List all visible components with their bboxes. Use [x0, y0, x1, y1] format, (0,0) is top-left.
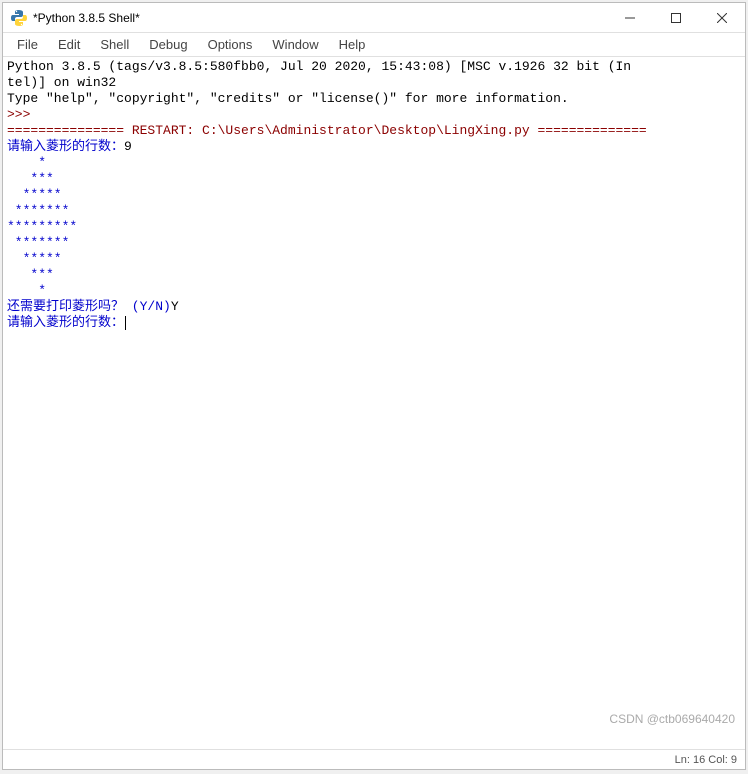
close-button[interactable] [699, 3, 745, 32]
menu-debug[interactable]: Debug [139, 35, 197, 54]
input-prompt-rows: 请输入菱形的行数： [7, 139, 124, 154]
menu-file[interactable]: File [7, 35, 48, 54]
python-version-line1: Python 3.8.5 (tags/v3.8.5:580fbb0, Jul 2… [7, 59, 631, 74]
diamond-row-3: ***** [7, 187, 62, 202]
menubar: File Edit Shell Debug Options Window Hel… [3, 33, 745, 57]
shell-content[interactable]: Python 3.8.5 (tags/v3.8.5:580fbb0, Jul 2… [3, 57, 745, 749]
minimize-button[interactable] [607, 3, 653, 32]
maximize-button[interactable] [653, 3, 699, 32]
diamond-row-8: *** [7, 267, 54, 282]
diamond-row-7: ***** [7, 251, 62, 266]
help-text: Type "help", "copyright", "credits" or "… [7, 91, 569, 106]
input-prompt-rows-2: 请输入菱形的行数： [7, 315, 124, 330]
diamond-row-2: *** [7, 171, 54, 186]
input-value-rows: 9 [124, 139, 132, 154]
python-version-line2: tel)] on win32 [7, 75, 116, 90]
menu-window[interactable]: Window [262, 35, 328, 54]
input-prompt-again: 还需要打印菱形吗？ (Y/N) [7, 299, 171, 314]
window-controls [607, 3, 745, 32]
text-cursor [125, 316, 126, 330]
statusbar: Ln: 16 Col: 9 [3, 749, 745, 769]
prompt: >>> [7, 107, 38, 122]
titlebar[interactable]: *Python 3.8.5 Shell* [3, 3, 745, 33]
diamond-row-5: ********* [7, 219, 77, 234]
diamond-row-1: * [7, 155, 46, 170]
diamond-row-9: * [7, 283, 46, 298]
watermark: CSDN @ctb069640420 [609, 711, 735, 727]
menu-shell[interactable]: Shell [90, 35, 139, 54]
menu-options[interactable]: Options [198, 35, 263, 54]
menu-edit[interactable]: Edit [48, 35, 90, 54]
idle-window: *Python 3.8.5 Shell* File Edit Shell Deb… [2, 2, 746, 770]
cursor-position: Ln: 16 Col: 9 [675, 754, 737, 766]
restart-line: =============== RESTART: C:\Users\Admini… [7, 123, 647, 138]
menu-help[interactable]: Help [329, 35, 376, 54]
python-icon [11, 10, 27, 26]
input-value-again: Y [171, 299, 179, 314]
diamond-row-6: ******* [7, 235, 69, 250]
diamond-row-4: ******* [7, 203, 69, 218]
window-title: *Python 3.8.5 Shell* [33, 11, 607, 25]
